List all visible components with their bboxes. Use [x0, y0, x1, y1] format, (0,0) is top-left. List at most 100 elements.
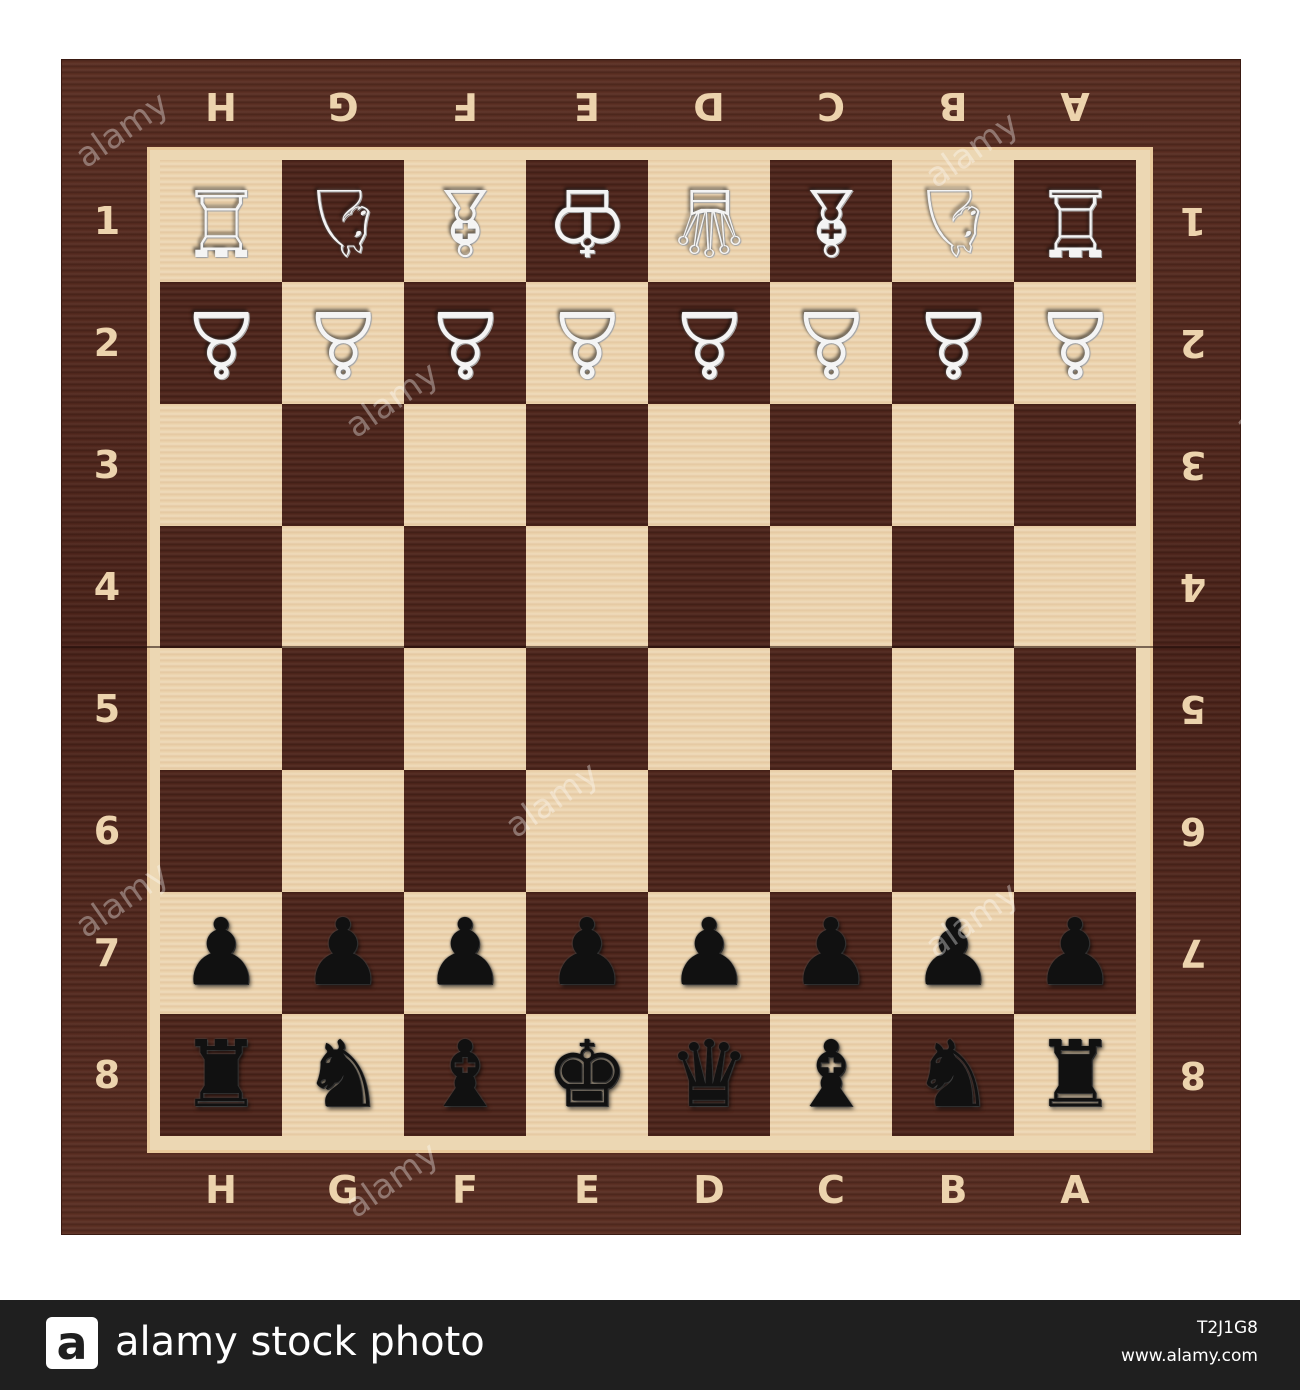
queen-glyph: ♕: [667, 168, 751, 275]
rank-label-left-2: 2: [93, 321, 121, 365]
footer-brand-text: alamy stock photo: [115, 1319, 485, 1365]
black-pawn-g7-icon[interactable]: ♟: [288, 898, 398, 1008]
board-square-a3[interactable]: [1014, 404, 1136, 526]
white-pawn-f2-icon[interactable]: ♙: [410, 288, 520, 398]
bishop-glyph: ♗: [789, 168, 873, 275]
board-square-d4[interactable]: [648, 526, 770, 648]
knight-glyph: ♞: [301, 1021, 385, 1128]
white-pawn-c2-icon[interactable]: ♙: [776, 288, 886, 398]
pawn-glyph: ♟: [423, 899, 507, 1006]
board-square-b4[interactable]: [892, 526, 1014, 648]
board-square-e6[interactable]: [526, 770, 648, 892]
white-bishop-f1-icon[interactable]: ♗: [410, 166, 520, 276]
pawn-glyph: ♟: [301, 899, 385, 1006]
board-square-g6[interactable]: [282, 770, 404, 892]
board-square-h6[interactable]: [160, 770, 282, 892]
rank-label-left-1: 1: [93, 199, 121, 243]
board-square-b6[interactable]: [892, 770, 1014, 892]
king-glyph: ♔: [545, 168, 629, 275]
rank-label-left-7: 7: [93, 931, 121, 975]
file-label-top-g: G: [327, 84, 359, 128]
black-king-e8-icon[interactable]: ♚: [532, 1020, 642, 1130]
black-pawn-d7-icon[interactable]: ♟: [654, 898, 764, 1008]
file-label-bottom-g: G: [327, 1168, 359, 1212]
footer-url[interactable]: www.alamy.com: [1121, 1346, 1258, 1366]
black-knight-g8-icon[interactable]: ♞: [288, 1020, 398, 1130]
bishop-glyph: ♝: [789, 1021, 873, 1128]
black-bishop-c8-icon[interactable]: ♝: [776, 1020, 886, 1130]
black-knight-b8-icon[interactable]: ♞: [898, 1020, 1008, 1130]
file-label-top-c: C: [817, 84, 845, 128]
black-pawn-f7-icon[interactable]: ♟: [410, 898, 520, 1008]
board-square-d5[interactable]: [648, 648, 770, 770]
white-rook-a1-icon[interactable]: ♖: [1020, 166, 1130, 276]
board-square-e3[interactable]: [526, 404, 648, 526]
bishop-glyph: ♝: [423, 1021, 507, 1128]
board-square-a4[interactable]: [1014, 526, 1136, 648]
black-rook-a8-icon[interactable]: ♜: [1020, 1020, 1130, 1130]
file-label-top-b: B: [938, 84, 968, 128]
board-square-b3[interactable]: [892, 404, 1014, 526]
rank-label-right-2: 2: [1179, 321, 1207, 365]
board-square-c6[interactable]: [770, 770, 892, 892]
board-square-a5[interactable]: [1014, 648, 1136, 770]
board-square-f5[interactable]: [404, 648, 526, 770]
rank-label-right-1: 1: [1179, 199, 1207, 243]
board-square-d3[interactable]: [648, 404, 770, 526]
black-pawn-h7-icon[interactable]: ♟: [166, 898, 276, 1008]
black-pawn-b7-icon[interactable]: ♟: [898, 898, 1008, 1008]
white-king-e1-icon[interactable]: ♔: [532, 166, 642, 276]
file-label-bottom-e: E: [574, 1168, 600, 1212]
board-square-h4[interactable]: [160, 526, 282, 648]
white-knight-b1-icon[interactable]: ♘: [898, 166, 1008, 276]
board-square-c4[interactable]: [770, 526, 892, 648]
black-pawn-e7-icon[interactable]: ♟: [532, 898, 642, 1008]
white-rook-h1-icon[interactable]: ♖: [166, 166, 276, 276]
pawn-glyph: ♟: [789, 899, 873, 1006]
black-pawn-a7-icon[interactable]: ♟: [1020, 898, 1130, 1008]
black-queen-d8-icon[interactable]: ♛: [654, 1020, 764, 1130]
white-pawn-g2-icon[interactable]: ♙: [288, 288, 398, 398]
rank-label-right-8: 8: [1179, 1053, 1207, 1097]
white-pawn-h2-icon[interactable]: ♙: [166, 288, 276, 398]
board-square-f3[interactable]: [404, 404, 526, 526]
board-square-e4[interactable]: [526, 526, 648, 648]
footer-image-id: T2J1G8: [1196, 1318, 1258, 1338]
rank-label-left-3: 3: [93, 443, 121, 487]
board-square-b5[interactable]: [892, 648, 1014, 770]
white-pawn-e2-icon[interactable]: ♙: [532, 288, 642, 398]
board-square-g3[interactable]: [282, 404, 404, 526]
file-label-bottom-a: A: [1060, 1168, 1090, 1212]
board-square-c3[interactable]: [770, 404, 892, 526]
pawn-glyph: ♙: [179, 290, 263, 397]
pawn-glyph: ♙: [423, 290, 507, 397]
white-pawn-d2-icon[interactable]: ♙: [654, 288, 764, 398]
file-label-bottom-f: F: [452, 1168, 478, 1212]
board-square-c5[interactable]: [770, 648, 892, 770]
black-rook-h8-icon[interactable]: ♜: [166, 1020, 276, 1130]
white-knight-g1-icon[interactable]: ♘: [288, 166, 398, 276]
rook-glyph: ♜: [1033, 1021, 1117, 1128]
queen-glyph: ♛: [667, 1021, 751, 1128]
white-bishop-c1-icon[interactable]: ♗: [776, 166, 886, 276]
black-bishop-f8-icon[interactable]: ♝: [410, 1020, 520, 1130]
pawn-glyph: ♙: [667, 290, 751, 397]
board-square-g5[interactable]: [282, 648, 404, 770]
white-queen-d1-icon[interactable]: ♕: [654, 166, 764, 276]
rank-label-left-5: 5: [93, 687, 121, 731]
white-pawn-b2-icon[interactable]: ♙: [898, 288, 1008, 398]
file-label-top-a: A: [1060, 84, 1090, 128]
black-pawn-c7-icon[interactable]: ♟: [776, 898, 886, 1008]
file-label-top-d: D: [693, 84, 725, 128]
board-square-e5[interactable]: [526, 648, 648, 770]
white-pawn-a2-icon[interactable]: ♙: [1020, 288, 1130, 398]
board-square-a6[interactable]: [1014, 770, 1136, 892]
alamy-logo-icon: a: [46, 1317, 98, 1369]
board-square-h5[interactable]: [160, 648, 282, 770]
board-square-g4[interactable]: [282, 526, 404, 648]
board-square-h3[interactable]: [160, 404, 282, 526]
file-label-top-e: E: [574, 84, 600, 128]
board-square-f4[interactable]: [404, 526, 526, 648]
board-square-d6[interactable]: [648, 770, 770, 892]
board-square-f6[interactable]: [404, 770, 526, 892]
